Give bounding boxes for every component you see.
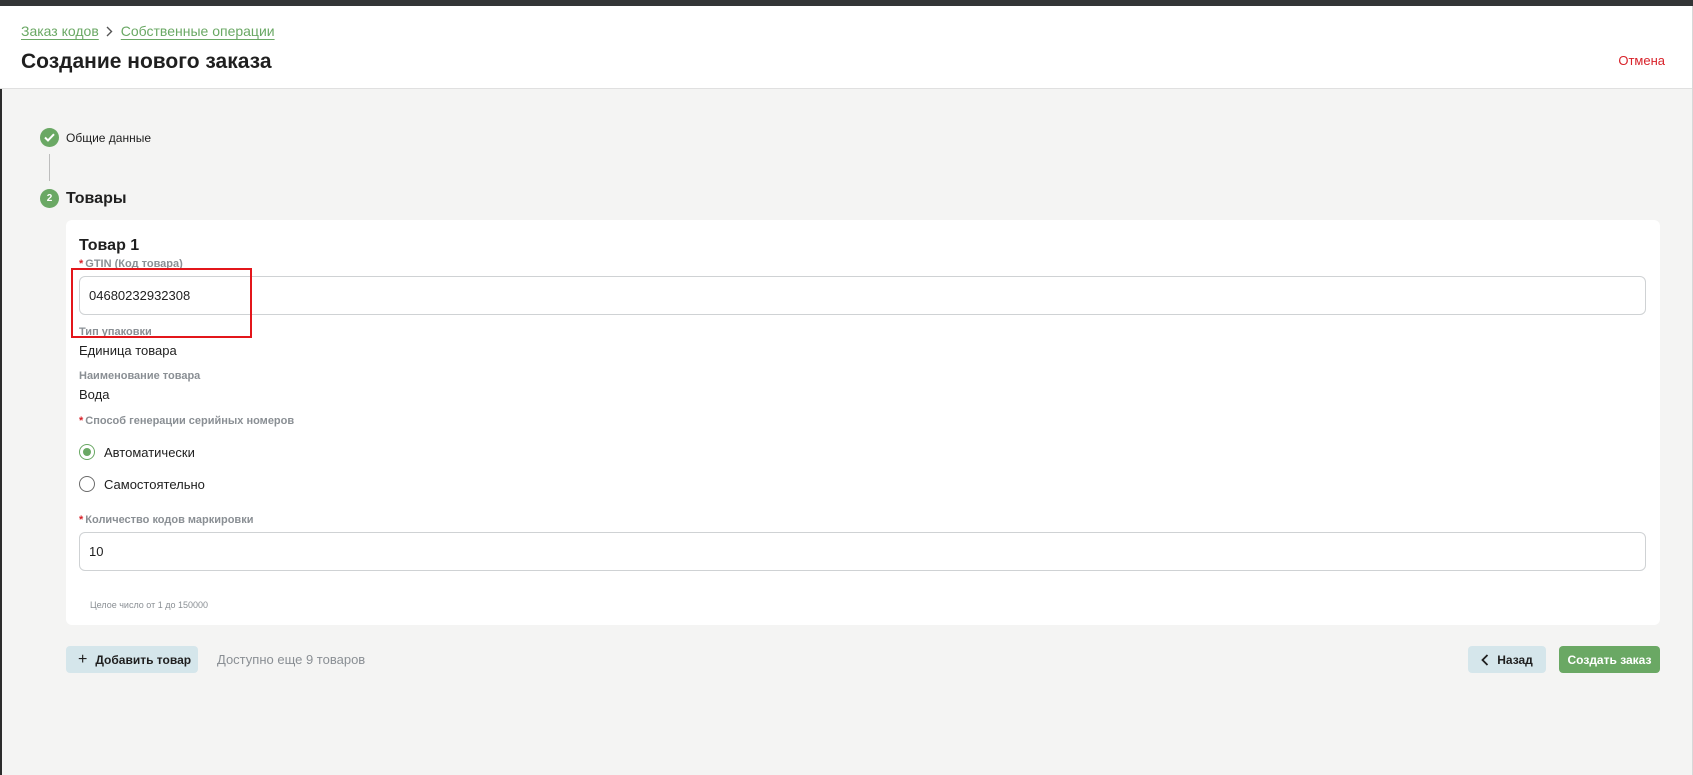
create-order-button[interactable]: Создать заказ	[1559, 646, 1660, 673]
breadcrumb: Заказ кодов Собственные операции	[21, 21, 275, 41]
breadcrumb-link-code-orders[interactable]: Заказ кодов	[21, 23, 99, 39]
gtin-input[interactable]	[79, 276, 1646, 315]
radio-manual[interactable]: Самостоятельно	[79, 476, 205, 492]
serial-generation-label: * Способ генерации серийных номеров	[79, 415, 295, 427]
radio-label: Самостоятельно	[104, 476, 205, 492]
package-type-value: Единица товара	[79, 343, 177, 358]
step-general-data[interactable]: Общие данные	[40, 128, 151, 147]
radio-checked-icon[interactable]	[79, 444, 95, 460]
add-product-button[interactable]: + Добавить товар	[66, 646, 198, 673]
check-icon	[40, 128, 59, 147]
step-connector	[49, 154, 50, 181]
radio-unchecked-icon[interactable]	[79, 476, 95, 492]
product-card: Товар 1 *GTIN (Код товара) Тип упаковки …	[66, 220, 1660, 625]
back-button[interactable]: Назад	[1468, 646, 1546, 673]
cancel-link[interactable]: Отмена	[1618, 53, 1665, 68]
product-name-value: Вода	[79, 387, 110, 402]
window-edge	[0, 89, 2, 775]
package-type-label: Тип упаковки	[79, 326, 152, 338]
gtin-label: * GTIN (Код товара)	[79, 258, 183, 270]
required-asterisk: *	[79, 514, 84, 526]
codes-count-hint: Целое число от 1 до 150000	[90, 600, 209, 610]
step-label: Общие данные	[66, 130, 152, 145]
chevron-left-icon	[1481, 653, 1489, 666]
required-asterisk: *	[79, 258, 84, 270]
step-number-badge: 2	[40, 189, 59, 208]
radio-automatic[interactable]: Автоматически	[79, 444, 195, 460]
codes-count-label: * Количество кодов маркировки	[79, 514, 254, 526]
codes-count-input[interactable]	[79, 532, 1646, 571]
product-name-label: Наименование товара	[79, 370, 201, 382]
available-products-text: Доступно еще 9 товаров	[217, 652, 366, 667]
page-header: Заказ кодов Собственные операции Создани…	[0, 6, 1693, 89]
page-title: Создание нового заказа	[21, 50, 272, 73]
step-label: Товары	[66, 189, 127, 207]
product-card-title: Товар 1	[79, 237, 140, 254]
breadcrumb-link-own-operations[interactable]: Собственные операции	[121, 23, 275, 39]
chevron-right-icon	[106, 26, 113, 37]
step-products: 2 Товары	[40, 189, 127, 208]
radio-label: Автоматически	[104, 444, 195, 460]
required-asterisk: *	[79, 415, 84, 427]
plus-icon: +	[78, 650, 88, 668]
